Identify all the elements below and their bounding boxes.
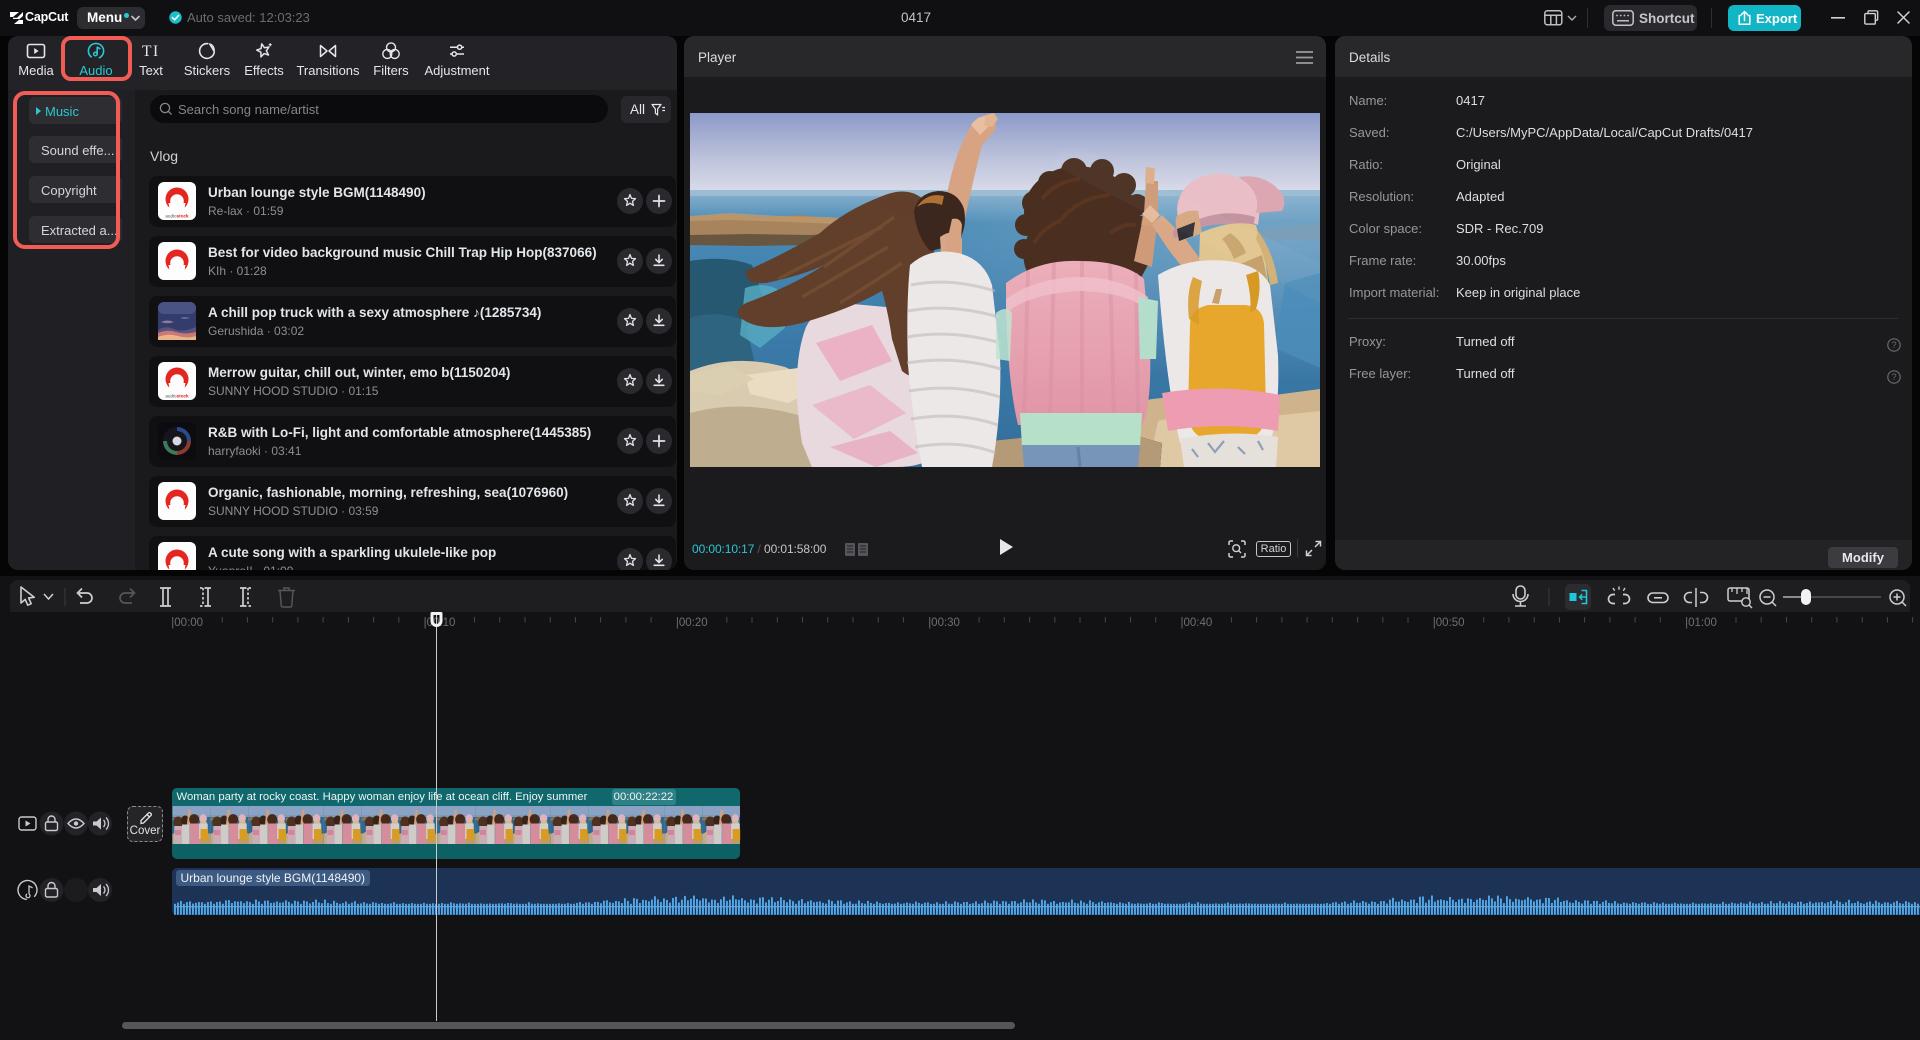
- svg-text:audiostock: audiostock: [165, 214, 189, 219]
- svg-text:?: ?: [1891, 372, 1896, 382]
- svg-text:I: I: [153, 43, 158, 60]
- svg-text:T: T: [142, 43, 152, 60]
- svg-text:?: ?: [1891, 340, 1896, 350]
- svg-text:audiostock: audiostock: [165, 394, 189, 399]
